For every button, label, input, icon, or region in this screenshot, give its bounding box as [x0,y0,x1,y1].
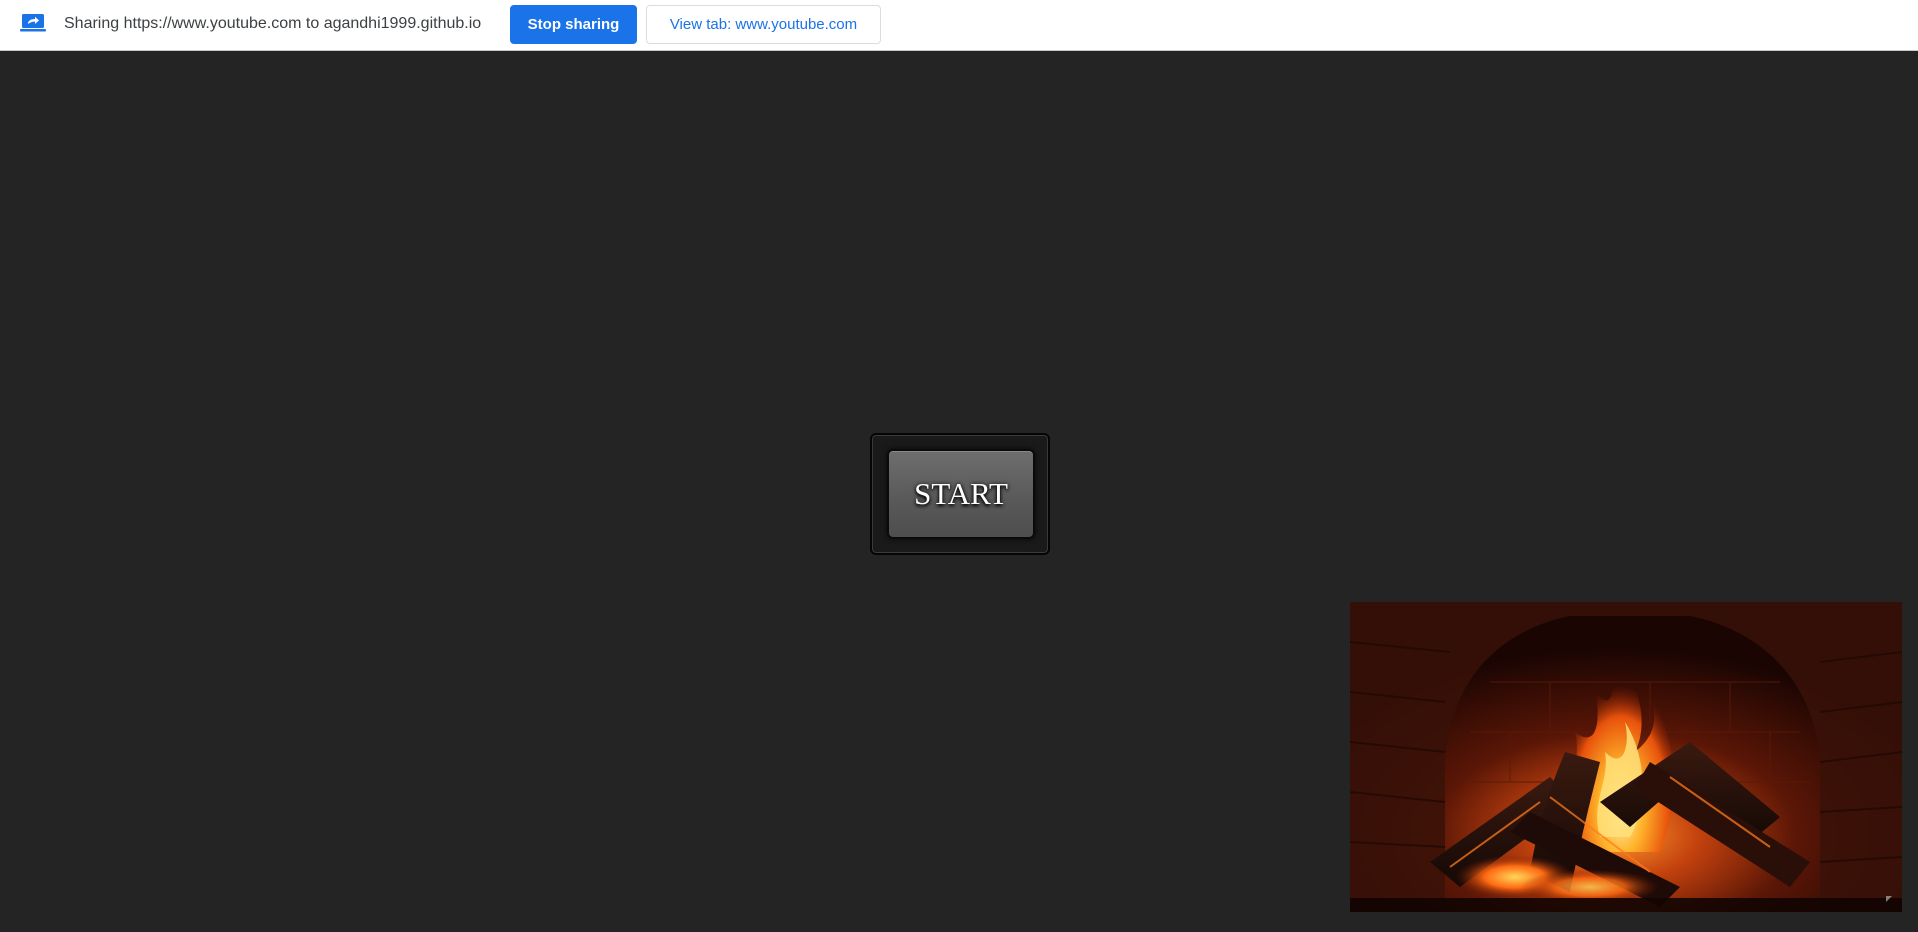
resize-corner-icon[interactable] [1884,894,1894,904]
fireplace-image [1350,602,1902,912]
view-tab-button[interactable]: View tab: www.youtube.com [646,5,881,44]
start-button[interactable]: START [887,449,1035,539]
sharing-message: Sharing https://www.youtube.com to agand… [64,15,482,32]
fireplace-video[interactable] [1350,602,1902,912]
screen-share-icon [20,13,46,33]
sharing-bar: Sharing https://www.youtube.com to agand… [0,0,1918,51]
start-button-frame: START [870,433,1050,555]
stop-sharing-button[interactable]: Stop sharing [510,5,637,44]
